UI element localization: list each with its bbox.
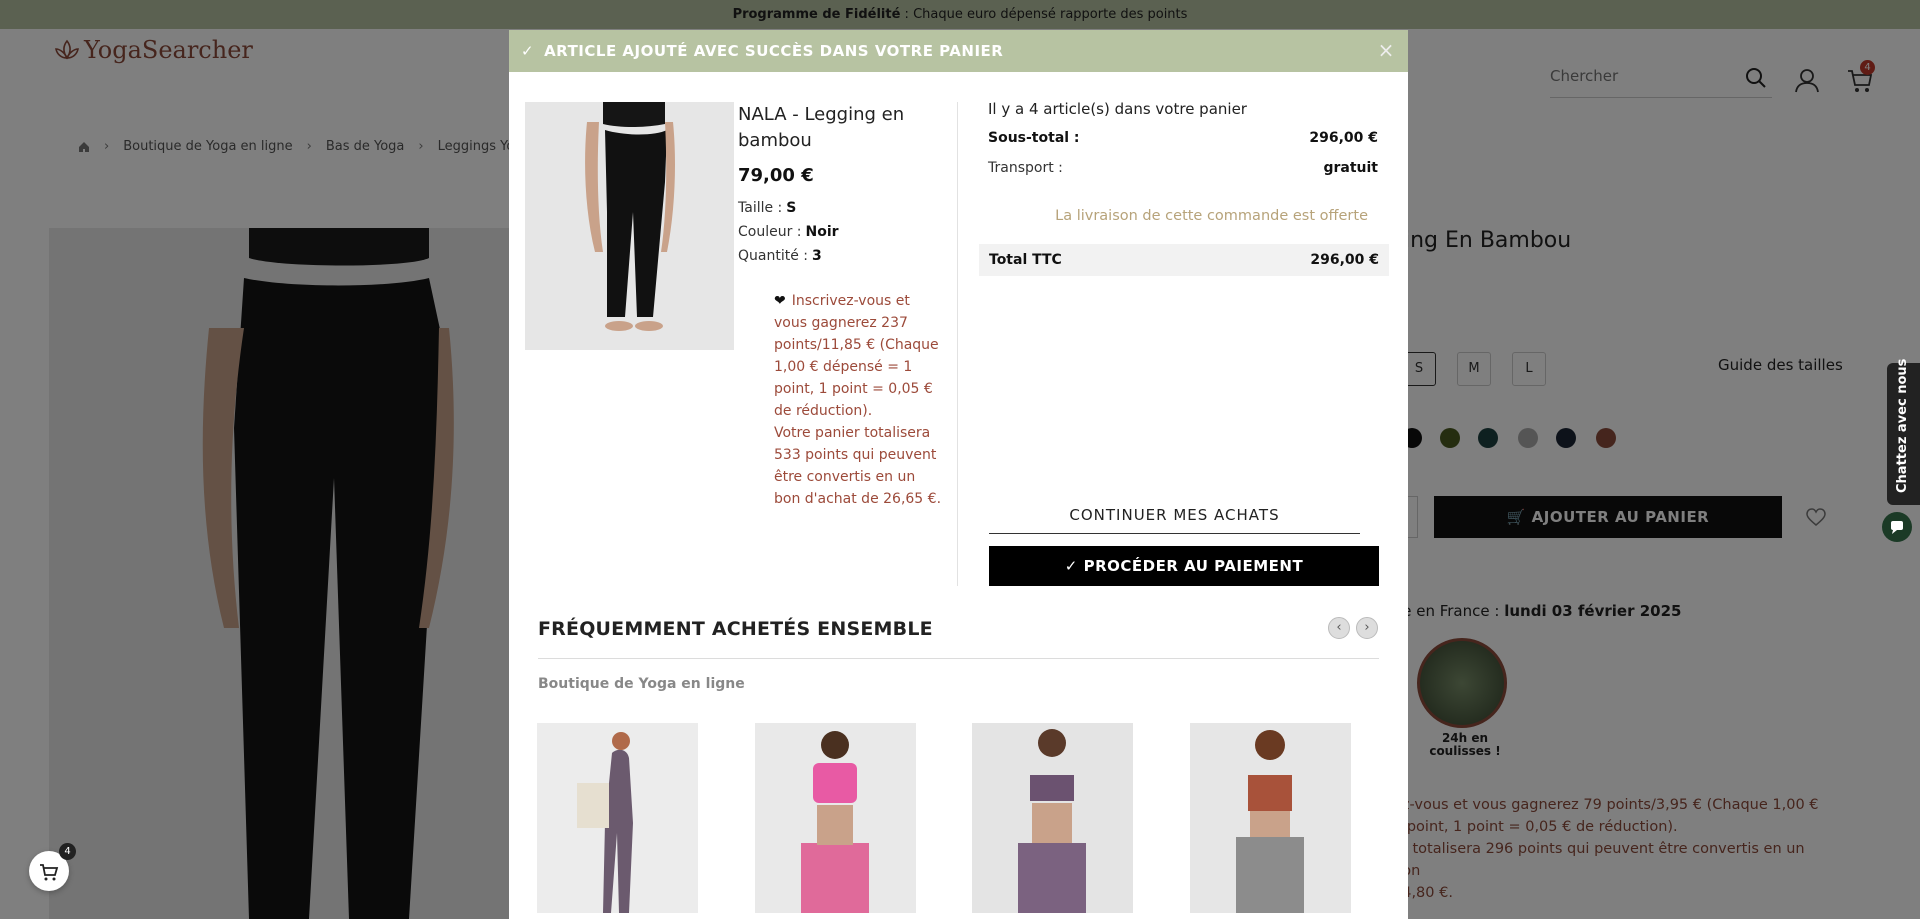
related-product-illustration (972, 723, 1133, 913)
modal-product-color: Couleur : Noir (738, 224, 839, 240)
cart-item-count: Il y a 4 article(s) dans votre panier (988, 100, 1247, 118)
cart-confirmation-modal: ✓ ARTICLE AJOUTÉ AVEC SUCCÈS DANS VOTRE P… (509, 30, 1408, 919)
total-value: 296,00 € (1310, 252, 1379, 268)
related-product-image[interactable] (755, 723, 916, 913)
checkout-button[interactable]: ✓ PROCÉDER AU PAIEMENT (989, 546, 1379, 586)
close-icon[interactable]: × (1376, 40, 1396, 60)
modal-product-quantity: Quantité :3 (738, 248, 822, 264)
subtotal-label: Sous-total : (988, 130, 1080, 146)
loyalty-points-text: Inscrivez-vous et vous gagnerez 237 poin… (774, 293, 939, 419)
modal-title: ARTICLE AJOUTÉ AVEC SUCCÈS DANS VOTRE PA… (544, 42, 1004, 60)
modal-header: ✓ ARTICLE AJOUTÉ AVEC SUCCÈS DANS VOTRE P… (509, 30, 1408, 72)
check-icon: ✓ (521, 42, 535, 60)
chat-tab-label: Chattez avec nous (1895, 358, 1910, 493)
quantity-value: 3 (812, 248, 822, 264)
modal-product-price: 79,00 € (738, 165, 814, 186)
shipping-row: Transport : gratuit (988, 160, 1378, 176)
frequently-bought-subtitle: Boutique de Yoga en ligne (538, 676, 745, 692)
modal-product-name: NALA - Legging en bambou (738, 104, 905, 151)
size-label: Taille : (738, 200, 783, 216)
total-label: Total TTC (989, 252, 1062, 268)
shipping-label: Transport : (988, 160, 1063, 176)
loyalty-cart-total-text: Votre panier totalisera 533 points qui p… (774, 425, 942, 507)
related-product-image[interactable] (1190, 723, 1351, 913)
subtotal-value: 296,00 € (1309, 130, 1378, 146)
color-label: Couleur : (738, 224, 802, 240)
color-value: Noir (805, 224, 839, 240)
related-product-illustration (755, 723, 916, 913)
chat-bubble-icon[interactable] (1882, 512, 1912, 542)
modal-legging-illustration (525, 102, 734, 350)
modal-loyalty-info: ❤ Inscrivez-vous et vous gagnerez 237 poi… (774, 290, 944, 510)
heart-icon: ❤ (774, 293, 786, 309)
modal-product-image (525, 102, 734, 350)
carousel-prev-button[interactable]: ‹ (1328, 617, 1350, 639)
carousel-next-button[interactable]: › (1356, 617, 1378, 639)
modal-product-size: Taille :S (738, 200, 796, 216)
shipping-value: gratuit (1323, 160, 1378, 176)
related-product-image[interactable] (537, 723, 698, 913)
related-product-illustration (1190, 723, 1351, 913)
continue-shopping-button[interactable]: CONTINUER MES ACHATS (989, 504, 1360, 534)
frequently-bought-divider (538, 658, 1379, 659)
frequently-bought-title: FRÉQUEMMENT ACHETÉS ENSEMBLE (538, 618, 933, 640)
total-row: Total TTC 296,00 € (979, 244, 1389, 276)
free-shipping-notice: La livraison de cette commande est offer… (1055, 208, 1368, 224)
quantity-label: Quantité : (738, 248, 808, 264)
size-value: S (786, 200, 797, 216)
related-product-illustration (537, 723, 698, 913)
related-product-image[interactable] (972, 723, 1133, 913)
modal-divider (957, 102, 958, 586)
chat-tab[interactable]: Chattez avec nous (1887, 359, 1920, 505)
subtotal-row: Sous-total : 296,00 € (988, 130, 1378, 146)
checkout-check-icon: ✓ (1064, 557, 1084, 575)
checkout-label: PROCÉDER AU PAIEMENT (1083, 557, 1304, 575)
floating-cart-count-badge: 4 (59, 843, 76, 860)
